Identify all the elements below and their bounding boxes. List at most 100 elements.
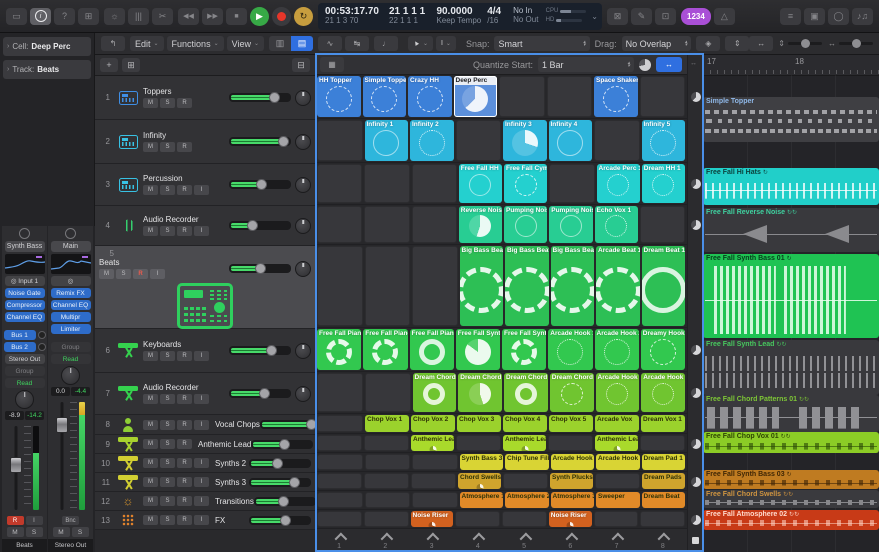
region-free-fall-synth-lead[interactable]: Free Fall Synth Lead↻↻	[703, 340, 879, 395]
track-row-synths-2[interactable]: 10MSRISynths 2	[95, 454, 315, 473]
region-free-fall-synth-bass-01[interactable]: Free Fall Synth Bass 01↻	[703, 254, 879, 338]
loop-cell-simple-topper[interactable]: Simple Topper	[363, 76, 407, 117]
solo-button[interactable]: S	[160, 420, 175, 430]
track-row-toppers[interactable]: 1ToppersMSR	[95, 76, 315, 120]
empty-cell[interactable]	[364, 164, 409, 203]
stop-all-icon[interactable]	[692, 537, 699, 544]
input-monitor-button[interactable]: I	[194, 394, 209, 404]
insert-plugin-slot[interactable]: Compressor	[5, 300, 45, 310]
volume-slider[interactable]	[254, 497, 316, 506]
nudge-back-icon[interactable]: ↰	[101, 36, 125, 51]
region-free-fall-chop-vox-01[interactable]: Free Fall Chop Vox 01↻↻	[703, 432, 879, 453]
loop-cell-chop-vox-2[interactable]: Chop Vox 2	[411, 415, 455, 432]
loop-cell-chop-vox-5[interactable]: Chop Vox 5	[549, 415, 593, 432]
gain-knob[interactable]	[65, 228, 76, 239]
empty-cell[interactable]	[502, 511, 547, 527]
loop-cell-pumping-noise[interactable]: Pumping Noise	[549, 206, 592, 243]
smart-controls-icon[interactable]: ☼	[104, 8, 125, 25]
hzoom-button[interactable]: ↔	[749, 36, 773, 51]
empty-cell[interactable]	[547, 76, 593, 117]
record-enable-button[interactable]: R	[177, 142, 192, 152]
insert-plugin-slot[interactable]: Multipr	[51, 312, 91, 322]
quick-help-icon[interactable]: ?	[54, 8, 75, 25]
loop-cell-big-bass-beat-2[interactable]: Big Bass Beat 2	[505, 246, 549, 326]
solo-button[interactable]: S	[160, 394, 175, 404]
loop-cell-dream-vox-1[interactable]: Dream Vox 1	[641, 415, 685, 432]
slider-thumb[interactable]	[259, 388, 270, 399]
solo-button[interactable]: S	[160, 142, 175, 152]
volume-slider[interactable]	[249, 459, 311, 468]
loop-cell-noise-riser[interactable]: Noise Riser	[411, 511, 454, 527]
loop-cell-dream-pads[interactable]: Dream Pads	[642, 473, 685, 489]
empty-cell[interactable]	[317, 415, 363, 432]
loop-cell-infinity-4[interactable]: Infinity 4	[549, 120, 593, 161]
send-bus-button[interactable]: Bus 1	[4, 330, 36, 340]
loop-cell-arcade-hook-1[interactable]: Arcade Hook 1	[548, 329, 592, 370]
volume-fader[interactable]	[56, 400, 68, 512]
loop-cell-arcade-hook-2[interactable]: Arcade Hook 2	[596, 454, 640, 470]
loop-cell-big-bass-beat-1[interactable]: Big Bass Beat 1	[460, 246, 504, 326]
record-enable-button[interactable]: R	[177, 98, 192, 108]
slider-thumb[interactable]	[247, 220, 258, 231]
empty-cell[interactable]	[595, 473, 640, 489]
loop-cell-free-fall-cym[interactable]: Free Fall Cym	[504, 164, 547, 203]
loop-cell-dream-hh-1[interactable]: Dream HH 1	[642, 164, 685, 203]
loop-cell-chord-swells[interactable]: Chord Swells	[458, 473, 501, 489]
loop-cell-infinity-3[interactable]: Infinity 3	[503, 120, 547, 161]
cell-inspector-header[interactable]: › Cell: Deep Perc	[3, 37, 91, 56]
snap-select[interactable]: Smart ▴▾	[494, 36, 589, 51]
fader-cap[interactable]	[10, 457, 22, 473]
scene-trigger-6[interactable]: 6	[548, 531, 592, 552]
vzoom-button[interactable]: ⇕	[725, 36, 749, 51]
empty-cell[interactable]	[549, 164, 594, 203]
track-row-fx[interactable]: 13MSRIFX	[95, 511, 315, 530]
drag-select[interactable]: No Overlap ▴▾	[622, 36, 692, 51]
solo-button[interactable]: S	[160, 351, 175, 361]
cell-progress-icon[interactable]	[639, 59, 651, 71]
slider-thumb[interactable]	[279, 439, 290, 450]
ibeam-tool-button[interactable]: I⌄	[436, 36, 456, 51]
empty-cell[interactable]	[317, 492, 363, 508]
solo-button[interactable]: S	[160, 226, 175, 236]
record-enable-button[interactable]: R	[133, 269, 148, 279]
loop-cell-infinity-5[interactable]: Infinity 5	[642, 120, 686, 161]
scene-trigger-2[interactable]: 2	[363, 531, 407, 552]
scene-trigger-4[interactable]: 4	[456, 531, 500, 552]
slider-thumb[interactable]	[278, 496, 289, 507]
empty-cell[interactable]	[365, 246, 411, 326]
duplicate-track-button[interactable]: ⊞	[122, 58, 140, 72]
insert-plugin-slot[interactable]: Channel EQ	[51, 300, 91, 310]
loop-cell-free-fall-synth[interactable]: Free Fall Synth	[456, 329, 500, 370]
solo-button[interactable]: S	[116, 269, 131, 279]
record-enable-button[interactable]: R	[177, 458, 192, 468]
mute-button[interactable]: M	[143, 142, 158, 152]
loop-cell-anthemic-lead[interactable]: Anthemic Lead	[503, 435, 546, 451]
slider-thumb[interactable]	[272, 458, 283, 469]
slider-thumb[interactable]	[278, 136, 289, 147]
loop-cell-echo-vox-1[interactable]: Echo Vox 1	[595, 206, 638, 243]
volume-slider[interactable]	[249, 516, 311, 525]
record-enable-button[interactable]: R	[177, 439, 192, 449]
loop-cell-crazy-hh[interactable]: Crazy HH	[408, 76, 452, 117]
empty-cell[interactable]	[640, 435, 685, 451]
eq-thumbnail[interactable]	[51, 254, 91, 274]
play-button[interactable]: ▶	[250, 7, 269, 26]
add-track-button[interactable]: +	[100, 58, 118, 72]
mute-button[interactable]: M	[143, 477, 158, 487]
empty-cell[interactable]	[365, 373, 411, 412]
loop-cell-dreamy-hook-1[interactable]: Dreamy Hook 1	[641, 329, 685, 370]
record-enable-button[interactable]: R	[7, 516, 24, 525]
volume-slider[interactable]	[229, 346, 291, 355]
loop-cell-free-fall-piano[interactable]: Free Fall Piano	[317, 329, 361, 370]
loop-cell-dream-pad-1[interactable]: Dream Pad 1	[642, 454, 686, 470]
channel-setting-button[interactable]: Synth Bass	[5, 241, 45, 252]
solo-button[interactable]: S	[26, 527, 43, 537]
volume-slider[interactable]	[229, 264, 291, 273]
empty-cell[interactable]	[317, 435, 362, 451]
pan-knob[interactable]	[61, 366, 80, 385]
loop-cell-arcade-vox[interactable]: Arcade Vox	[595, 415, 639, 432]
loop-cell-chip-tune-fills[interactable]: Chip Tune Fills	[505, 454, 549, 470]
loop-cell-infinity-2[interactable]: Infinity 2	[410, 120, 454, 161]
horizontal-zoom-slider[interactable]: ↔	[828, 39, 873, 48]
pan-knob[interactable]	[15, 390, 34, 409]
